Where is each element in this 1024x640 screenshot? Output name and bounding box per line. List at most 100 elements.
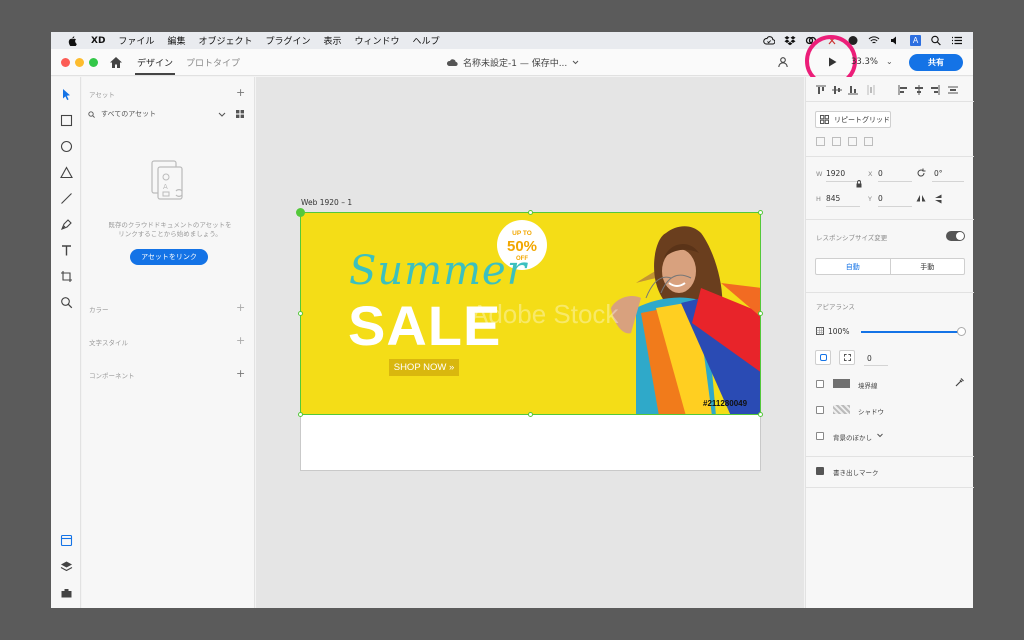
boolean-exclude-icon[interactable]	[864, 137, 873, 146]
layers-panel-icon[interactable]	[59, 559, 73, 573]
resize-handle-top[interactable]	[528, 210, 533, 215]
zoom-chevron-icon[interactable]: ⌄	[886, 57, 893, 66]
flip-horizontal-icon[interactable]	[916, 194, 926, 203]
resize-handle-bottom[interactable]	[528, 412, 533, 417]
flip-vertical-icon[interactable]	[934, 194, 943, 204]
plugins-panel-icon[interactable]	[59, 585, 73, 599]
design-canvas[interactable]: Web 1920 – 1 UP TO 50% OFF Summer SALE A…	[256, 77, 804, 608]
align-middle-icon[interactable]	[832, 85, 842, 95]
input-source-icon[interactable]: A	[910, 35, 921, 46]
home-icon[interactable]	[109, 56, 123, 69]
menu-help[interactable]: ヘルプ	[413, 34, 440, 47]
add-component-plus-icon[interactable]: +	[236, 368, 245, 379]
border-color-swatch[interactable]	[833, 379, 850, 388]
resize-handle-bottom-right[interactable]	[758, 412, 763, 417]
background-blur-label: 背景のぼかし	[833, 434, 872, 442]
chevron-down-icon[interactable]	[877, 433, 883, 438]
section-character-styles[interactable]: 文字スタイル	[89, 337, 128, 347]
zoom-window-button[interactable]	[89, 58, 98, 67]
width-field[interactable]: 1920	[826, 169, 845, 178]
align-right-icon[interactable]	[930, 85, 940, 95]
link-assets-button[interactable]: アセットをリンク	[130, 249, 208, 265]
opacity-value[interactable]: 100%	[828, 327, 849, 336]
select-tool-icon[interactable]	[59, 87, 73, 101]
notification-center-icon[interactable]	[951, 35, 963, 46]
section-components[interactable]: コンポーネント	[89, 370, 135, 380]
menu-plugins[interactable]: プラグイン	[265, 34, 310, 47]
opacity-slider-thumb[interactable]	[957, 327, 966, 336]
section-colors[interactable]: カラー	[89, 304, 109, 314]
zoom-tool-icon[interactable]	[59, 295, 73, 309]
height-field[interactable]: 845	[826, 194, 840, 203]
x-field[interactable]: 0	[878, 169, 883, 178]
text-tool-icon[interactable]	[59, 243, 73, 257]
link-icon[interactable]	[296, 208, 305, 217]
summer-sale-banner-image[interactable]: UP TO 50% OFF Summer SALE Adobe Stock SH…	[300, 212, 761, 415]
opacity-slider-track[interactable]	[861, 331, 961, 333]
artboard-label[interactable]: Web 1920 – 1	[301, 198, 352, 207]
responsive-resize-toggle[interactable]	[946, 231, 965, 241]
resize-handle-bottom-left[interactable]	[298, 412, 303, 417]
rotation-field[interactable]: 0°	[934, 169, 943, 178]
shadow-checkbox[interactable]	[816, 406, 824, 414]
y-field[interactable]: 0	[878, 194, 883, 203]
menu-object[interactable]: オブジェクト	[198, 34, 252, 47]
polygon-tool-icon[interactable]	[59, 165, 73, 179]
lock-aspect-icon[interactable]	[856, 180, 862, 188]
corner-radius-field[interactable]: 0	[867, 354, 872, 363]
align-center-icon[interactable]	[914, 85, 924, 95]
tab-prototype[interactable]: プロトタイプ	[186, 56, 240, 69]
resize-handle-right[interactable]	[758, 311, 763, 316]
dropbox-icon[interactable]	[784, 35, 796, 46]
corner-radius-individual-button[interactable]	[839, 350, 855, 365]
artboard-tool-icon[interactable]	[59, 269, 73, 283]
shadow-color-swatch[interactable]	[833, 405, 850, 414]
zoom-level[interactable]: 33.3%	[851, 57, 878, 67]
rectangle-tool-icon[interactable]	[59, 113, 73, 127]
grid-view-icon[interactable]	[236, 110, 244, 118]
asset-filter-dropdown[interactable]: すべてのアセット	[88, 107, 226, 121]
apple-icon[interactable]	[65, 35, 79, 46]
minimize-window-button[interactable]	[75, 58, 84, 67]
resize-handle-top-right[interactable]	[758, 210, 763, 215]
creative-cloud-sync-icon[interactable]	[763, 35, 775, 46]
align-bottom-icon[interactable]	[848, 85, 858, 95]
background-blur-checkbox[interactable]	[816, 432, 824, 440]
add-color-plus-icon[interactable]: +	[236, 302, 245, 313]
add-character-style-plus-icon[interactable]: +	[236, 335, 245, 346]
wifi-icon[interactable]	[868, 35, 880, 46]
responsive-manual-option[interactable]: 手動	[891, 259, 965, 274]
eyedropper-icon[interactable]	[955, 377, 965, 387]
distribute-vertical-icon[interactable]	[948, 85, 958, 95]
pen-tool-icon[interactable]	[59, 217, 73, 231]
resize-handle-left[interactable]	[298, 311, 303, 316]
export-mark-checkbox[interactable]	[816, 467, 824, 475]
line-tool-icon[interactable]	[59, 191, 73, 205]
tab-design[interactable]: デザイン	[137, 56, 173, 69]
volume-icon[interactable]	[889, 35, 901, 46]
menu-file[interactable]: ファイル	[118, 34, 154, 47]
menu-window[interactable]: ウィンドウ	[355, 34, 400, 47]
share-button[interactable]: 共有	[909, 54, 963, 71]
menu-app-name[interactable]: XD	[91, 36, 105, 46]
title-bar: デザイン プロトタイプ 名称未設定-1 — 保存中... 33.3% ⌄ 共有	[51, 35, 973, 87]
corner-radius-uniform-button[interactable]	[815, 350, 831, 365]
ellipse-tool-icon[interactable]	[59, 139, 73, 153]
boolean-add-icon[interactable]	[816, 137, 825, 146]
document-title[interactable]: 名称未設定-1 — 保存中...	[446, 56, 579, 69]
border-checkbox[interactable]	[816, 380, 824, 388]
spotlight-search-icon[interactable]	[930, 35, 942, 46]
add-asset-plus-icon[interactable]: +	[236, 87, 245, 98]
align-left-icon[interactable]	[898, 85, 908, 95]
distribute-horizontal-icon[interactable]	[866, 85, 876, 95]
repeat-grid-button[interactable]: リピートグリッド	[815, 111, 891, 128]
assets-panel-icon[interactable]	[59, 533, 73, 547]
menu-edit[interactable]: 編集	[167, 34, 185, 47]
align-top-icon[interactable]	[816, 85, 826, 95]
boolean-subtract-icon[interactable]	[832, 137, 841, 146]
menu-view[interactable]: 表示	[323, 34, 341, 47]
boolean-intersect-icon[interactable]	[848, 137, 857, 146]
responsive-auto-option[interactable]: 自動	[816, 259, 891, 274]
user-icon[interactable]	[777, 56, 789, 68]
close-window-button[interactable]	[61, 58, 70, 67]
